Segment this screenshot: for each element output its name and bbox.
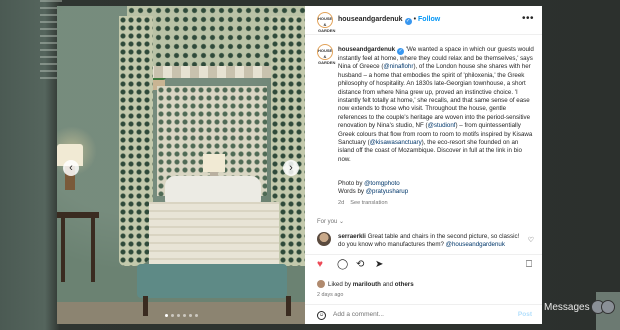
previous-photo-button[interactable]: ‹ (63, 160, 79, 176)
messages-avatars (591, 300, 615, 319)
likes-prefix: Liked by (328, 281, 353, 288)
words-credit-prefix: Words by (338, 188, 366, 196)
caption-username[interactable]: houseandgardenuk (338, 46, 395, 53)
comment-like-icon[interactable]: ♡ (528, 236, 534, 244)
commenter-avatar[interactable] (317, 232, 331, 246)
comment-mention-link[interactable]: @houseandgardenuk (446, 241, 505, 248)
caption-avatar[interactable]: HOUSE & GARDEN (317, 44, 335, 65)
verified-icon: ✓ (397, 48, 405, 55)
add-comment-bar: ☺ Post (305, 304, 542, 324)
photo-lamp-right (203, 154, 225, 172)
caption-age: 2d (338, 200, 345, 206)
mention-link[interactable]: @studionf (428, 122, 456, 129)
post-header: HOUSE & GARDEN houseandgardenuk ✓ • Follow … (305, 6, 542, 35)
messages-label: Messages (544, 302, 590, 313)
carousel-dot (183, 314, 186, 317)
see-translation-link[interactable]: See translation (350, 200, 387, 206)
comment-icon[interactable]: ◯ (337, 260, 348, 270)
photo-side-table (57, 212, 99, 288)
repost-icon[interactable]: ⟲ (356, 260, 364, 270)
photo-bench-legs (143, 296, 291, 316)
share-icon[interactable]: ➤ (375, 260, 383, 270)
post-details-panel: HOUSE & GARDEN houseandgardenuk ✓ • Follow … (305, 6, 542, 324)
caption-text-part2: ), of the London house she shares with h… (338, 63, 531, 130)
chevron-down-icon: ⌄ (339, 219, 345, 225)
commenter-username[interactable]: serraerkli (338, 233, 366, 240)
post-comment-button[interactable]: Post (518, 311, 532, 318)
photo-credit-prefix: Photo by (338, 180, 365, 187)
carousel-dot (195, 314, 198, 317)
avatar[interactable]: HOUSE & GARDEN (317, 12, 335, 33)
post-author: houseandgardenuk ✓ • Follow (338, 16, 440, 25)
post-timestamp: 2 days ago (317, 292, 344, 298)
carousel-dot (189, 314, 192, 317)
avatar-text: HOUSE & GARDEN (318, 16, 336, 33)
photo-bench (137, 264, 287, 298)
likes-others-link[interactable]: others (395, 281, 414, 288)
comment: serraerkli Great table and chairs in the… (338, 233, 528, 249)
separator-dot: • (413, 16, 417, 23)
save-bookmark-icon[interactable]: ⎕ (526, 260, 532, 270)
carousel-dot (171, 314, 174, 317)
post-actions: ♥ ◯ ⟲ ➤ ⎕ (305, 254, 542, 275)
mention-link[interactable]: @ninaflohr (383, 63, 413, 70)
carousel-dot (165, 314, 168, 317)
carousel-dot (177, 314, 180, 317)
follow-button[interactable]: Follow (418, 16, 440, 23)
for-you-text: For you (317, 219, 338, 225)
post-caption: houseandgardenuk ✓ 'We wanted a space in … (338, 46, 534, 164)
comments-scroll-area[interactable]: HOUSE & GARDEN houseandgardenuk ✓ 'We wan… (305, 34, 542, 254)
mention-link[interactable]: @kisawasanctuary (370, 139, 422, 146)
like-heart-icon[interactable]: ♥ (317, 260, 323, 270)
photo-credits: Photo by @tomgphoto Words by @pratyushar… (338, 180, 408, 197)
likes-summary: Liked by marilouth and others (317, 280, 414, 288)
photo-curtain-left (119, 16, 153, 266)
liker-avatar (317, 280, 325, 288)
likes-and: and (380, 281, 395, 288)
carousel-dots (165, 314, 198, 317)
comment-text: Great table and chairs in the second pic… (367, 233, 520, 240)
next-photo-button[interactable]: › (283, 160, 299, 176)
post-modal: ‹ › HOUSE & GARDEN houseandgardenuk ✓ • Fol… (57, 6, 542, 324)
for-you-label[interactable]: For you ⌄ (317, 218, 344, 225)
comment-input[interactable] (333, 311, 493, 318)
more-options-icon[interactable]: ••• (522, 13, 534, 24)
words-credit-link[interactable]: @pratyusharup (366, 188, 408, 195)
photo-credit-link[interactable]: @tomgphoto (364, 180, 400, 187)
comment-text-2: do you know who manufactures them? (338, 241, 444, 249)
verified-icon: ✓ (404, 18, 412, 25)
caption-meta: 2d See translation (338, 200, 394, 206)
author-username[interactable]: houseandgardenuk (338, 16, 403, 23)
liker-username[interactable]: marilouth (353, 281, 381, 288)
caption-avatar-text: HOUSE & GARDEN (318, 48, 336, 65)
emoji-icon[interactable]: ☺ (317, 311, 326, 320)
post-photo[interactable]: ‹ › (57, 6, 305, 324)
